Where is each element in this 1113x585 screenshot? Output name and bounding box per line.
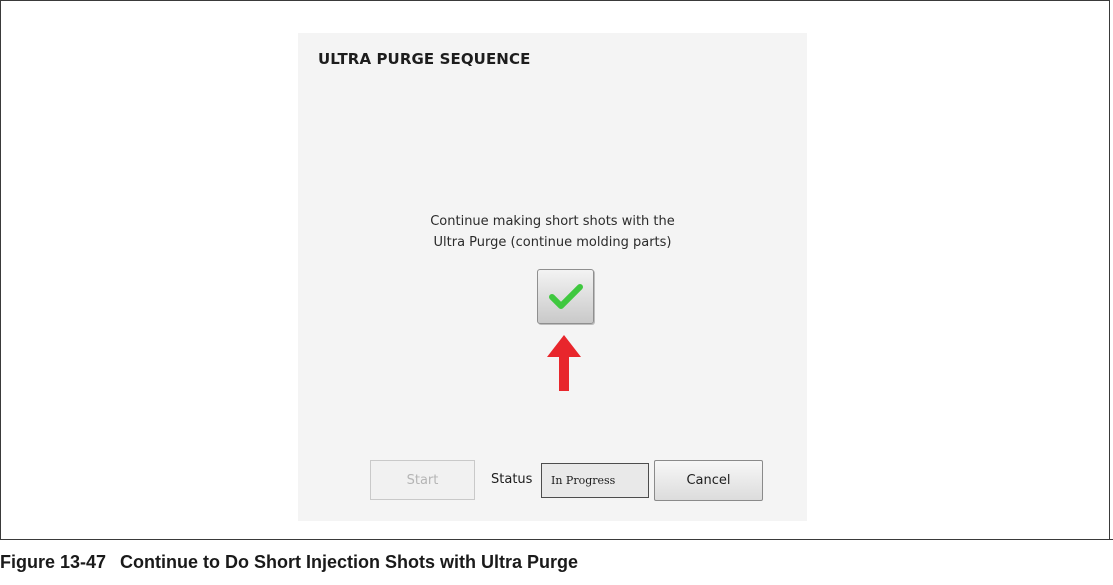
ultra-purge-dialog: ULTRA PURGE SEQUENCE Continue making sho…: [298, 33, 807, 521]
confirm-button[interactable]: [537, 269, 594, 324]
instruction-message: Continue making short shots with the Ult…: [298, 211, 807, 253]
figure-divider: [0, 539, 1113, 540]
message-line-2: Ultra Purge (continue molding parts): [433, 235, 672, 250]
figure-caption-text: Continue to Do Short Injection Shots wit…: [120, 552, 578, 572]
message-line-1: Continue making short shots with the: [430, 214, 675, 229]
red-arrow-up-icon: [547, 335, 581, 391]
figure-caption: Figure 13-47 Continue to Do Short Injecti…: [0, 552, 578, 573]
status-label: Status: [491, 472, 533, 487]
figure-number: Figure 13-47: [0, 552, 107, 572]
start-button[interactable]: Start: [370, 460, 475, 500]
checkmark-icon: [549, 284, 583, 309]
cancel-button[interactable]: Cancel: [654, 460, 763, 501]
dialog-title: ULTRA PURGE SEQUENCE: [318, 50, 531, 68]
status-field: In Progress: [541, 463, 649, 498]
